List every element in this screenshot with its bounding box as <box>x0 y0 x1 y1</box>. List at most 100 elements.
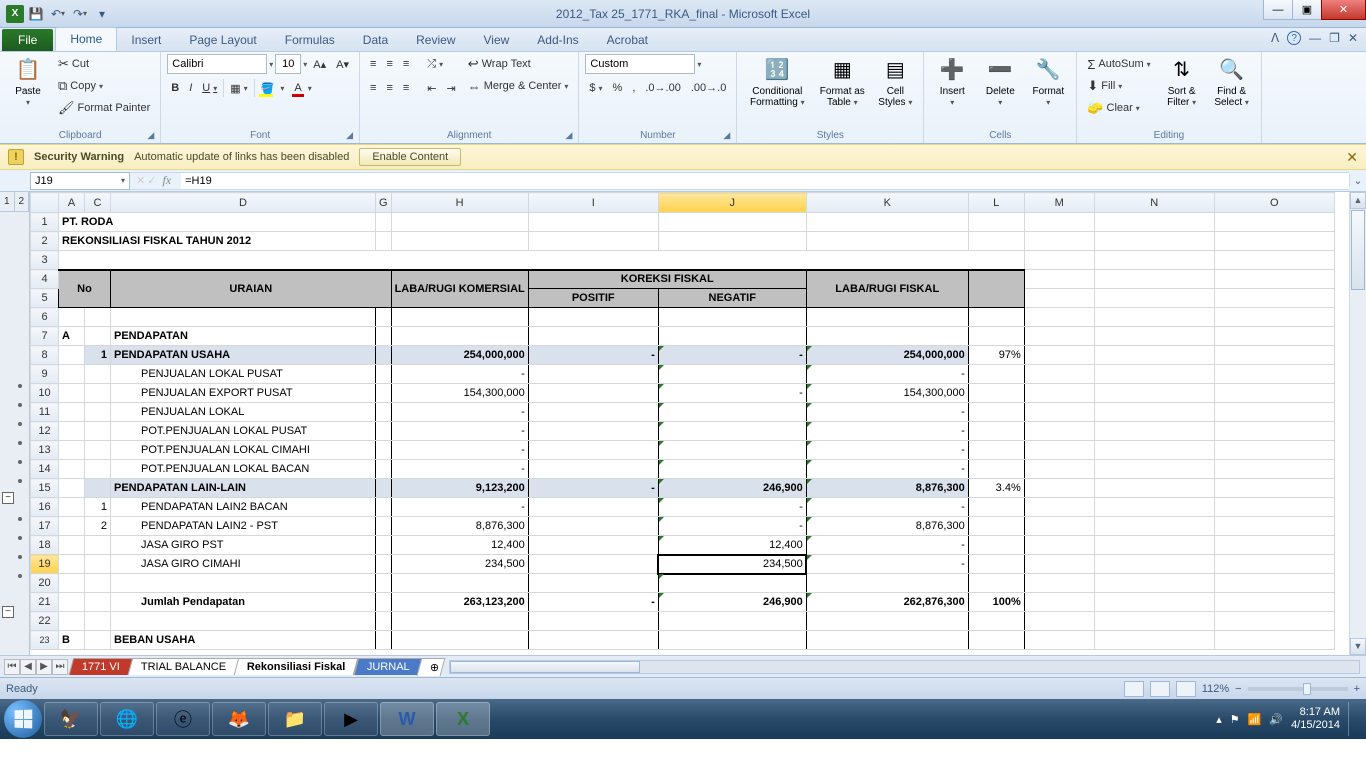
normal-view-icon[interactable] <box>1124 681 1144 697</box>
decrease-decimal-icon[interactable]: .00→.0 <box>687 78 730 98</box>
clipboard-dialog-icon[interactable]: ◢ <box>147 130 154 141</box>
view-tab[interactable]: View <box>470 29 524 51</box>
accounting-format-icon[interactable]: $ ▾ <box>585 78 606 98</box>
redo-icon[interactable]: ↷▾ <box>70 4 90 24</box>
delete-cells-button[interactable]: ➖Delete▾ <box>978 54 1022 108</box>
copy-button[interactable]: ⧉Copy ▾ <box>54 76 154 96</box>
comma-format-icon[interactable]: , <box>628 78 639 98</box>
align-right-icon[interactable]: ≡ <box>399 78 413 98</box>
column-headers[interactable]: ACDG HIJ KLMNO <box>31 193 1335 213</box>
align-middle-icon[interactable]: ≡ <box>382 54 396 74</box>
sheet-tab-4[interactable]: JURNAL <box>353 658 422 675</box>
page-layout-view-icon[interactable] <box>1150 681 1170 697</box>
enable-content-button[interactable]: Enable Content <box>359 148 461 166</box>
home-tab[interactable]: Home <box>55 27 117 51</box>
increase-font-icon[interactable]: A▴ <box>309 54 330 74</box>
fx-icon[interactable]: fx <box>158 173 175 188</box>
find-select-button[interactable]: 🔍Find & Select ▾ <box>1209 54 1255 108</box>
border-button[interactable]: ▦ ▾ <box>226 78 251 98</box>
expand-formula-bar-icon[interactable]: ⌄ <box>1349 174 1366 187</box>
alignment-dialog-icon[interactable]: ◢ <box>565 130 572 141</box>
acrobat-tab[interactable]: Acrobat <box>593 29 662 51</box>
format-painter-button[interactable]: 🖌Format Painter <box>54 98 154 118</box>
taskbar-media[interactable]: ▶ <box>324 702 378 736</box>
minimize-button[interactable]: — <box>1263 0 1293 20</box>
new-sheet-tab[interactable]: ⊕ <box>417 658 446 676</box>
outline-bar[interactable]: 12 − − <box>0 192 30 655</box>
taskbar-chrome[interactable]: 🌐 <box>100 702 154 736</box>
taskbar-firefox[interactable]: 🦊 <box>212 702 266 736</box>
outline-level-2[interactable]: 2 <box>15 192 30 211</box>
scroll-thumb[interactable] <box>1351 210 1365 290</box>
taskbar-excel[interactable]: X <box>436 702 490 736</box>
show-desktop-button[interactable] <box>1348 702 1356 736</box>
font-size-dd-icon[interactable]: ▾ <box>303 60 307 69</box>
increase-indent-icon[interactable]: ⇥ <box>443 78 460 98</box>
merge-center-button[interactable]: ⇔Merge & Center ▾ <box>464 76 573 96</box>
align-top-icon[interactable]: ≡ <box>366 54 380 74</box>
font-size-input[interactable] <box>275 54 301 74</box>
undo-icon[interactable]: ↶▾ <box>48 4 68 24</box>
number-format-select[interactable] <box>585 54 695 74</box>
page-break-view-icon[interactable] <box>1176 681 1196 697</box>
taskbar-ie[interactable]: ⓔ <box>156 702 210 736</box>
active-cell[interactable]: 234,500 <box>658 555 806 574</box>
worksheet-grid[interactable]: ACDG HIJ KLMNO 1PT. RODA 2REKONSILIASI F… <box>30 192 1366 655</box>
window-close-doc-icon[interactable]: ✕ <box>1348 31 1358 45</box>
review-tab[interactable]: Review <box>402 29 469 51</box>
tray-network-icon[interactable]: 📶 <box>1248 713 1262 726</box>
insert-tab[interactable]: Insert <box>117 29 175 51</box>
zoom-in-icon[interactable]: + <box>1354 683 1360 695</box>
align-center-icon[interactable]: ≡ <box>382 78 396 98</box>
addins-tab[interactable]: Add-Ins <box>523 29 592 51</box>
clear-button[interactable]: 🧽Clear ▾ <box>1083 98 1154 118</box>
scroll-down-icon[interactable]: ▼ <box>1350 638 1366 655</box>
window-minimize-doc-icon[interactable]: — <box>1309 31 1321 45</box>
cancel-formula-icon[interactable]: ✕ <box>136 174 145 187</box>
select-all-corner[interactable] <box>31 193 59 213</box>
pagelayout-tab[interactable]: Page Layout <box>175 29 270 51</box>
formula-input[interactable] <box>181 172 1349 190</box>
file-tab[interactable]: File <box>2 29 53 51</box>
outline-collapse-2[interactable]: − <box>2 606 14 618</box>
cell-styles-button[interactable]: ▤Cell Styles ▾ <box>873 54 917 108</box>
scroll-up-icon[interactable]: ▲ <box>1350 192 1366 209</box>
sheet-tab-2[interactable]: TRIAL BALANCE <box>128 658 240 675</box>
tray-volume-icon[interactable]: 🔊 <box>1269 713 1283 726</box>
system-tray[interactable]: ▴ ⚑ 📶 🔊 8:17 AM4/15/2014 <box>1216 702 1362 736</box>
formulas-tab[interactable]: Formulas <box>271 29 349 51</box>
number-dialog-icon[interactable]: ◢ <box>723 130 730 141</box>
sheet-tab-1[interactable]: 1771 VI <box>69 658 133 675</box>
tray-clock[interactable]: 8:17 AM4/15/2014 <box>1291 706 1340 732</box>
conditional-formatting-button[interactable]: 🔢Conditional Formatting ▾ <box>743 54 811 108</box>
minimize-ribbon-icon[interactable]: ᐱ <box>1271 31 1279 45</box>
orientation-icon[interactable]: ⤮ ▾ <box>423 54 447 74</box>
format-as-table-button[interactable]: ▦Format as Table ▾ <box>815 54 869 108</box>
wrap-text-button[interactable]: ↩Wrap Text <box>464 54 573 74</box>
align-bottom-icon[interactable]: ≡ <box>399 54 413 74</box>
bold-button[interactable]: B <box>167 78 183 98</box>
increase-decimal-icon[interactable]: .0→.00 <box>641 78 684 98</box>
taskbar-explorer[interactable]: 📁 <box>268 702 322 736</box>
font-dialog-icon[interactable]: ◢ <box>346 130 353 141</box>
paste-button[interactable]: 📋 Paste▾ <box>6 54 50 108</box>
tray-show-hidden-icon[interactable]: ▴ <box>1216 713 1222 726</box>
security-close-icon[interactable]: ✕ <box>1346 149 1358 166</box>
tray-flag-icon[interactable]: ⚑ <box>1230 713 1240 726</box>
font-color-button[interactable]: A ▾ <box>290 78 315 98</box>
font-name-dd-icon[interactable]: ▾ <box>269 60 273 69</box>
start-button[interactable] <box>4 700 42 738</box>
underline-button[interactable]: U ▾ <box>198 78 221 98</box>
italic-button[interactable]: I <box>185 78 196 98</box>
save-icon[interactable]: 💾 <box>26 4 46 24</box>
format-cells-button[interactable]: 🔧Format▾ <box>1026 54 1070 108</box>
align-left-icon[interactable]: ≡ <box>366 78 380 98</box>
enter-formula-icon[interactable]: ✓ <box>147 174 156 187</box>
insert-cells-button[interactable]: ➕Insert▾ <box>930 54 974 108</box>
sheet-nav[interactable]: ⏮◀▶⏭ <box>0 659 72 675</box>
zoom-label[interactable]: 112% <box>1202 683 1229 695</box>
window-restore-doc-icon[interactable]: ❐ <box>1329 31 1340 45</box>
fill-color-button[interactable]: 🪣 ▾ <box>257 78 289 98</box>
taskbar-word[interactable]: W <box>380 702 434 736</box>
percent-format-icon[interactable]: % <box>609 78 627 98</box>
